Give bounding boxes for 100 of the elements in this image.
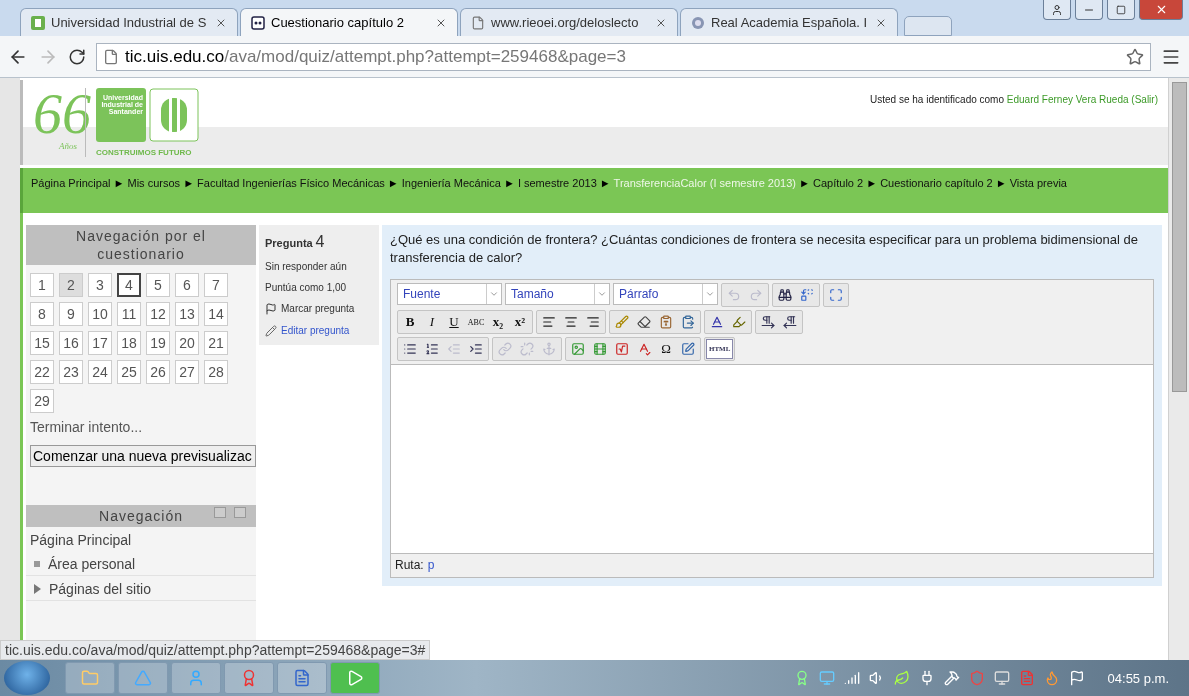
- bullet-icon: [34, 561, 40, 567]
- login-info: Usted se ha identificado como Eduard Ferney Vera Rueda (Salir): [870, 94, 1158, 107]
- format-button[interactable]: I: [421, 312, 443, 332]
- undo-icon: [727, 288, 741, 302]
- pilcrow-icon: [761, 315, 775, 329]
- block-title: Navegación: [26, 505, 256, 527]
- breadcrumb-link[interactable]: Facultad Ingenierías Físico Mecánicas: [197, 177, 385, 189]
- dock-icon[interactable]: [234, 507, 246, 518]
- flag-question-link[interactable]: Marcar pregunta: [265, 303, 373, 315]
- question-number-button[interactable]: 26: [146, 360, 170, 384]
- folder-icon: [81, 669, 99, 687]
- monitor-icon[interactable]: [818, 670, 835, 686]
- browser-tab[interactable]: www.rieoei.org/deloslecto: [460, 8, 678, 36]
- spellcheck-icon: [637, 342, 651, 356]
- leaf-icon[interactable]: [893, 670, 910, 686]
- format-button[interactable]: B: [399, 312, 421, 332]
- finish-attempt-link[interactable]: Terminar intento...: [26, 417, 256, 437]
- new-tab-button[interactable]: [904, 16, 952, 36]
- question-number-button[interactable]: 20: [175, 331, 199, 355]
- question-number-button[interactable]: 18: [117, 331, 141, 355]
- expand-triangle-icon[interactable]: [34, 584, 41, 594]
- question-number-button[interactable]: 12: [146, 302, 170, 326]
- star-icon[interactable]: [1126, 47, 1144, 66]
- question-number-button[interactable]: 24: [88, 360, 112, 384]
- close-button[interactable]: [1139, 0, 1183, 20]
- dropdown-select[interactable]: Párrafo: [613, 283, 718, 305]
- browser-tab[interactable]: Cuestionario capítulo 2: [240, 8, 458, 36]
- taskbar-app-button[interactable]: [65, 662, 115, 694]
- dropdown-select[interactable]: Tamaño: [505, 283, 610, 305]
- question-number-button[interactable]: 14: [204, 302, 228, 326]
- path-link[interactable]: p: [427, 558, 435, 572]
- format-button[interactable]: U: [443, 312, 465, 332]
- breadcrumb-link[interactable]: Ingeniería Mecánica: [401, 177, 501, 189]
- flag-icon[interactable]: [1068, 670, 1085, 686]
- question-number-button[interactable]: 25: [117, 360, 141, 384]
- monitor-icon[interactable]: [993, 670, 1010, 686]
- format-button[interactable]: Ω: [655, 339, 677, 359]
- question-number-button[interactable]: 29: [30, 389, 54, 413]
- question-number-button[interactable]: 7: [204, 273, 228, 297]
- question-number-button[interactable]: 3: [88, 273, 112, 297]
- browser-tab[interactable]: Real Academia Española. I: [680, 8, 898, 36]
- dropdown-select[interactable]: Fuente: [397, 283, 502, 305]
- format-button[interactable]: x²: [509, 312, 531, 332]
- taskbar-app-button[interactable]: [330, 662, 380, 694]
- maximize-button[interactable]: [1107, 0, 1135, 20]
- navigation-link[interactable]: Área personal: [26, 551, 256, 576]
- question-number-button[interactable]: 11: [117, 302, 141, 326]
- image-icon: [571, 342, 585, 356]
- user-button[interactable]: [1043, 0, 1071, 20]
- new-preview-button[interactable]: Comenzar una nueva previsualizac: [30, 445, 256, 467]
- question-number-button[interactable]: 28: [204, 360, 228, 384]
- question-number-button[interactable]: 9: [59, 302, 83, 326]
- breadcrumb-link[interactable]: Página Principal: [31, 177, 111, 189]
- logout-link[interactable]: (Salir): [1131, 94, 1158, 105]
- caret-icon: [597, 289, 607, 299]
- question-number-button[interactable]: 6: [175, 273, 199, 297]
- question-number-button[interactable]: 22: [30, 360, 54, 384]
- breadcrumb-link[interactable]: Mis cursos: [127, 177, 181, 189]
- bullet-list-icon: [403, 342, 417, 356]
- question-number-button[interactable]: 4: [117, 273, 141, 297]
- start-button[interactable]: [4, 661, 50, 695]
- question-number-button[interactable]: 10: [88, 302, 112, 326]
- question-number-button[interactable]: 27: [175, 360, 199, 384]
- question-number-button[interactable]: 15: [30, 331, 54, 355]
- browser-tab[interactable]: Universidad Industrial de S: [20, 8, 238, 36]
- question-number-button[interactable]: 16: [59, 331, 83, 355]
- question-number-button[interactable]: 17: [88, 331, 112, 355]
- radical-icon: [615, 342, 629, 356]
- question-number-button[interactable]: 13: [175, 302, 199, 326]
- breadcrumb-link[interactable]: Cuestionario capítulo 2: [880, 177, 993, 189]
- minimize-button[interactable]: [1075, 0, 1103, 20]
- user-link[interactable]: Eduard Ferney Vera Rueda: [1006, 94, 1129, 105]
- question-number-button[interactable]: 21: [204, 331, 228, 355]
- breadcrumb-link[interactable]: I semestre 2013: [517, 177, 597, 189]
- pilcrow-icon: [783, 315, 797, 329]
- breadcrumb-link[interactable]: Vista previa: [1009, 177, 1067, 189]
- question-number-button[interactable]: 23: [59, 360, 83, 384]
- hammer-icon[interactable]: [943, 670, 960, 686]
- format-button[interactable]: x₂: [487, 312, 509, 332]
- question-number-button[interactable]: 1: [30, 273, 54, 297]
- question-number-button[interactable]: 19: [146, 331, 170, 355]
- scrollbar-thumb[interactable]: [1171, 82, 1187, 392]
- signal-icon[interactable]: [843, 670, 860, 686]
- person-icon: [1051, 3, 1063, 16]
- question-number-button[interactable]: 2: [59, 273, 83, 297]
- question-number-button[interactable]: 5: [146, 273, 170, 297]
- format-button[interactable]: ABC: [465, 312, 487, 332]
- breadcrumb-link[interactable]: Capítulo 2: [813, 177, 864, 189]
- page-icon: [471, 15, 485, 30]
- unlink-icon: [520, 342, 534, 356]
- edit-question-link[interactable]: Editar pregunta: [265, 325, 373, 337]
- navigation-link[interactable]: Página Principal: [26, 527, 256, 551]
- question-number-button[interactable]: 8: [30, 302, 54, 326]
- address-bar[interactable]: tic.uis.edu.co/ava/mod/quiz/attempt.php?attempt=259468&page=3: [96, 42, 1151, 71]
- taskbar-app-button[interactable]: [224, 662, 274, 694]
- taskbar-app-button[interactable]: [277, 662, 327, 694]
- navigation-link[interactable]: Páginas del sitio: [26, 576, 256, 601]
- maximize-icon: [1116, 4, 1126, 15]
- reload-icon[interactable]: [68, 47, 86, 66]
- collapse-icon[interactable]: [214, 507, 226, 518]
